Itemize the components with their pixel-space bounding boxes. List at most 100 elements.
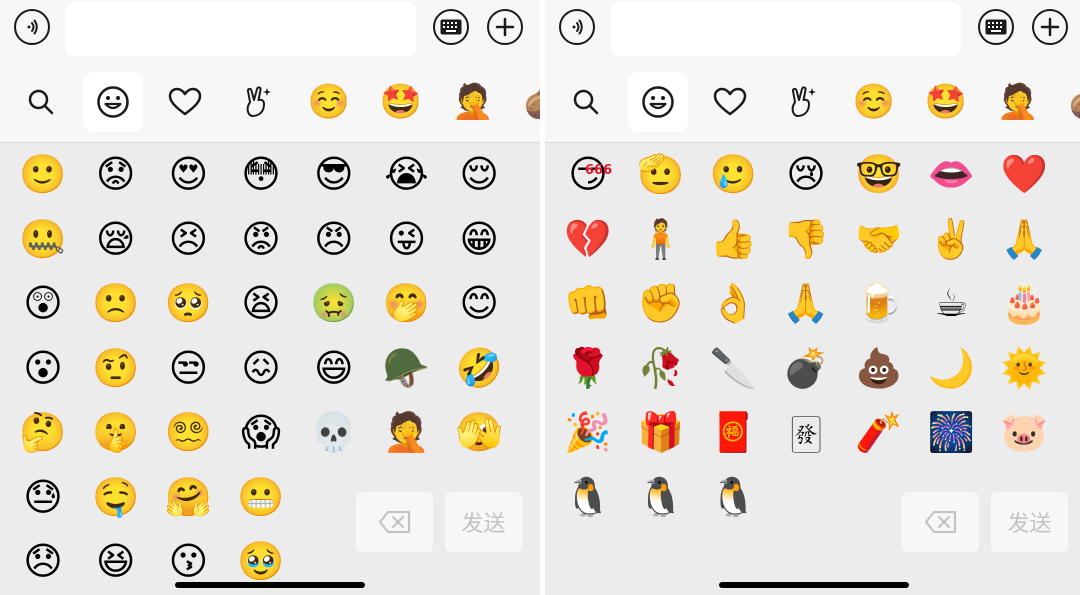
emoji-item[interactable]: 🧧 (706, 405, 760, 459)
emoji-item[interactable]: 😪 (89, 212, 143, 266)
voice-input-button[interactable] (14, 9, 50, 45)
keyboard-toggle-button[interactable] (978, 9, 1014, 45)
voice-input-button[interactable] (559, 9, 595, 45)
emoji-item[interactable]: 🙂 (16, 147, 70, 201)
message-input[interactable] (611, 2, 961, 56)
emoji-item[interactable]: 🐧 (706, 470, 760, 524)
emoji-item[interactable]: 👍 (706, 212, 760, 266)
smileys-tab[interactable] (628, 72, 688, 132)
category-emoji-2[interactable]: 🤩 (916, 72, 976, 132)
emoji-item[interactable]: 😆 (89, 534, 143, 588)
emoji-item[interactable]: 👊 (561, 276, 615, 330)
emoji-item[interactable]: 🤫 (89, 405, 143, 459)
home-indicator[interactable] (719, 582, 909, 588)
emoji-item[interactable]: 😫 (234, 276, 288, 330)
emoji-item[interactable]: 🥀 (634, 341, 688, 395)
category-emoji-3[interactable]: 🤦 (988, 72, 1048, 132)
emoji-item[interactable]: 😭 (380, 147, 434, 201)
emoji-item[interactable]: 😬 (234, 470, 288, 524)
emoji-item[interactable]: 😳 (234, 147, 288, 201)
emoji-item[interactable]: 👄 (925, 147, 979, 201)
emoji-item[interactable]: 🤐 (16, 212, 70, 266)
emoji-item[interactable]: 🤢 (307, 276, 361, 330)
emoji-item[interactable]: 😠 (307, 212, 361, 266)
emoji-item[interactable]: 💔 (561, 212, 615, 266)
emoji-item[interactable]: 😖 (234, 341, 288, 395)
emoji-item[interactable]: ☕ (925, 276, 979, 330)
delete-button[interactable] (356, 492, 433, 552)
emoji-item[interactable]: 😓 (16, 470, 70, 524)
emoji-item[interactable]: 😄 (307, 341, 361, 395)
emoji-item[interactable]: 😮 (16, 341, 70, 395)
emoji-item[interactable]: ✊ (634, 276, 688, 330)
emoji-item[interactable]: 🀅 (779, 405, 833, 459)
emoji-item[interactable]: 😜 (380, 212, 434, 266)
emoji-item[interactable]: 🥲 (706, 147, 760, 201)
emoji-item[interactable]: 😡 (234, 212, 288, 266)
emoji-item[interactable]: 🥺 (161, 276, 215, 330)
emoji-item[interactable]: 🤓 (852, 147, 906, 201)
delete-button[interactable] (902, 492, 979, 552)
emoji-item[interactable]: 🍺 (852, 276, 906, 330)
emoji-item[interactable]: 🤣 (452, 341, 506, 395)
emoji-item[interactable]: 🙏 (997, 212, 1051, 266)
more-actions-button[interactable] (487, 9, 523, 45)
emoji-item[interactable]: 👌 (706, 276, 760, 330)
category-emoji-2[interactable]: 🤩 (371, 72, 431, 132)
emoji-item[interactable]: 🤝 (852, 212, 906, 266)
emoji-item[interactable]: 😊 (452, 276, 506, 330)
search-tab[interactable] (556, 72, 616, 132)
favorites-tab[interactable] (155, 72, 215, 132)
gestures-tab[interactable] (772, 72, 832, 132)
emoji-item[interactable]: 🪖 (380, 341, 434, 395)
emoji-item[interactable]: 🫣 (452, 405, 506, 459)
emoji-item[interactable]: 🙁 (89, 276, 143, 330)
emoji-item[interactable]: 😁 (452, 212, 506, 266)
emoji-item[interactable]: 😣 (161, 212, 215, 266)
emoji-item[interactable]: 🌙 (925, 341, 979, 395)
emoji-item[interactable]: 🤭 (380, 276, 434, 330)
more-actions-button[interactable] (1032, 9, 1068, 45)
emoji-item[interactable]: 🐧 (561, 470, 615, 524)
emoji-item[interactable]: 😒 (161, 341, 215, 395)
category-emoji-4[interactable]: 🥔 (515, 72, 540, 132)
emoji-item[interactable]: 😱 (234, 405, 288, 459)
search-tab[interactable] (11, 72, 71, 132)
emoji-item[interactable]: 👎 (779, 212, 833, 266)
emoji-item[interactable]: 🤨 (89, 341, 143, 395)
smileys-tab[interactable] (83, 72, 143, 132)
home-indicator[interactable] (175, 582, 365, 588)
emoji-item[interactable]: 🎁 (634, 405, 688, 459)
message-input[interactable] (66, 2, 416, 56)
emoji-item[interactable]: 🧨 (852, 405, 906, 459)
emoji-item[interactable]: 🙏 (779, 276, 833, 330)
emoji-item[interactable]: 💩 (852, 341, 906, 395)
favorites-tab[interactable] (700, 72, 760, 132)
emoji-item[interactable]: 🎉 (561, 405, 615, 459)
send-button[interactable]: 发送 (991, 492, 1068, 552)
category-emoji-1[interactable]: ☺️ (299, 72, 359, 132)
emoji-item[interactable]: ✌️ (925, 212, 979, 266)
emoji-item[interactable]: 🤔 (16, 405, 70, 459)
emoji-item[interactable]: 🫡 (634, 147, 688, 201)
gestures-tab[interactable] (227, 72, 287, 132)
emoji-item[interactable]: 🔪 (706, 341, 760, 395)
emoji-item[interactable]: 😍 (161, 147, 215, 201)
emoji-item[interactable]: 🐷 (997, 405, 1051, 459)
emoji-item[interactable]: 🧍 (634, 212, 688, 266)
emoji-item[interactable]: 🥹 (234, 534, 288, 588)
emoji-item[interactable]: 💀 (307, 405, 361, 459)
emoji-item[interactable]: ❤️ (997, 147, 1051, 201)
emoji-item[interactable]: 🤤 (89, 470, 143, 524)
emoji-item[interactable]: 😞 (16, 534, 70, 588)
category-emoji-3[interactable]: 🤦 (443, 72, 503, 132)
emoji-item[interactable]: 😌 (452, 147, 506, 201)
send-button[interactable]: 发送 (445, 492, 522, 552)
emoji-item[interactable]: 😲 (16, 276, 70, 330)
emoji-item[interactable]: 😎 (307, 147, 361, 201)
emoji-item[interactable]: 🎂 (997, 276, 1051, 330)
emoji-item[interactable]: 🌹 (561, 341, 615, 395)
emoji-item[interactable]: 🤦 (380, 405, 434, 459)
keyboard-toggle-button[interactable] (433, 9, 469, 45)
emoji-item[interactable]: 🐧 (634, 470, 688, 524)
